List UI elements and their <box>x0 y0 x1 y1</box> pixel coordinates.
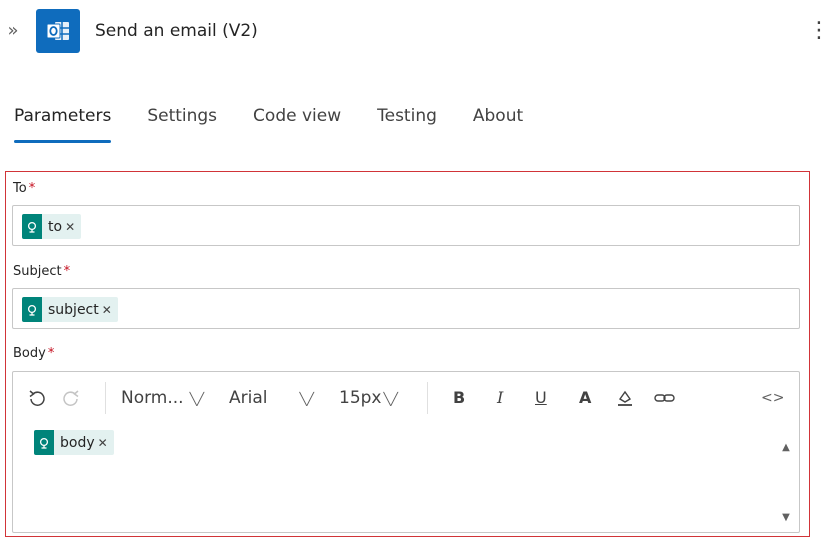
required-mark: * <box>28 181 36 196</box>
font-color-button[interactable]: A <box>579 385 591 411</box>
token-label: subject <box>48 301 99 318</box>
scroll-down-icon[interactable]: ▼ <box>779 512 793 524</box>
italic-button[interactable]: I <box>497 385 503 411</box>
remove-token-icon[interactable]: ✕ <box>98 436 108 450</box>
block-format-dropdown[interactable]: Norm... ╲╱ <box>121 385 204 411</box>
tab-parameters[interactable]: Parameters <box>14 100 112 146</box>
font-family-value: Arial <box>229 388 268 408</box>
chevron-down-icon: ╲╱ <box>299 392 314 406</box>
subject-label-text: Subject <box>13 264 62 279</box>
scroll-up-icon[interactable]: ▲ <box>779 442 793 454</box>
tab-settings[interactable]: Settings <box>147 100 217 146</box>
font-family-dropdown[interactable]: Arial ╲╱ <box>229 385 314 411</box>
code-view-button[interactable]: <> <box>761 385 784 411</box>
dynamic-content-icon <box>22 214 42 239</box>
dynamic-content-icon <box>22 297 42 322</box>
remove-token-icon[interactable]: ✕ <box>65 220 75 234</box>
subject-token[interactable]: subject ✕ <box>22 297 118 322</box>
block-format-value: Norm... <box>121 388 184 408</box>
highlight-icon[interactable] <box>615 385 635 411</box>
tab-bar: Parameters Settings Code view Testing Ab… <box>14 100 559 146</box>
to-input[interactable]: to ✕ <box>12 205 800 246</box>
chevron-down-icon: ╲╱ <box>383 392 398 406</box>
font-size-dropdown[interactable]: 15px ╲╱ <box>339 385 398 411</box>
body-label-text: Body <box>13 346 46 361</box>
required-mark: * <box>47 346 55 361</box>
outlook-icon <box>36 9 80 53</box>
parameters-section: To * to ✕ Subject * subject ✕ Body * Nor… <box>5 171 810 537</box>
subject-label: Subject * <box>13 263 70 281</box>
body-token[interactable]: body ✕ <box>34 430 114 455</box>
required-mark: * <box>63 264 71 279</box>
tab-code-view[interactable]: Code view <box>253 100 341 146</box>
undo-icon[interactable] <box>27 385 47 411</box>
to-label: To * <box>13 180 35 198</box>
toolbar-divider <box>105 382 106 414</box>
double-chevron-right-icon[interactable]: » <box>4 18 22 44</box>
dynamic-content-icon <box>34 430 54 455</box>
body-editor[interactable]: Norm... ╲╱ Arial ╲╱ 15px ╲╱ B I U A <> b… <box>12 371 800 533</box>
to-token[interactable]: to ✕ <box>22 214 82 239</box>
underline-button[interactable]: U <box>535 385 547 411</box>
remove-token-icon[interactable]: ✕ <box>102 303 112 317</box>
panel-header: » Send an email (V2) ⋮ <box>0 0 822 64</box>
redo-icon[interactable] <box>61 385 81 411</box>
tab-about[interactable]: About <box>473 100 523 146</box>
link-icon[interactable] <box>653 385 677 411</box>
tab-testing[interactable]: Testing <box>377 100 437 146</box>
editor-toolbar: Norm... ╲╱ Arial ╲╱ 15px ╲╱ B I U A <> <box>13 372 799 424</box>
to-label-text: To <box>13 181 27 196</box>
token-label: body <box>60 434 95 451</box>
font-size-value: 15px <box>339 388 382 408</box>
token-label: to <box>48 218 63 235</box>
toolbar-divider <box>427 382 428 414</box>
more-vertical-icon[interactable]: ⋮ <box>808 18 822 44</box>
chevron-down-icon: ╲╱ <box>189 392 205 406</box>
body-label: Body * <box>13 345 54 363</box>
subject-input[interactable]: subject ✕ <box>12 288 800 329</box>
page-title: Send an email (V2) <box>95 21 258 41</box>
bold-button[interactable]: B <box>453 385 465 411</box>
